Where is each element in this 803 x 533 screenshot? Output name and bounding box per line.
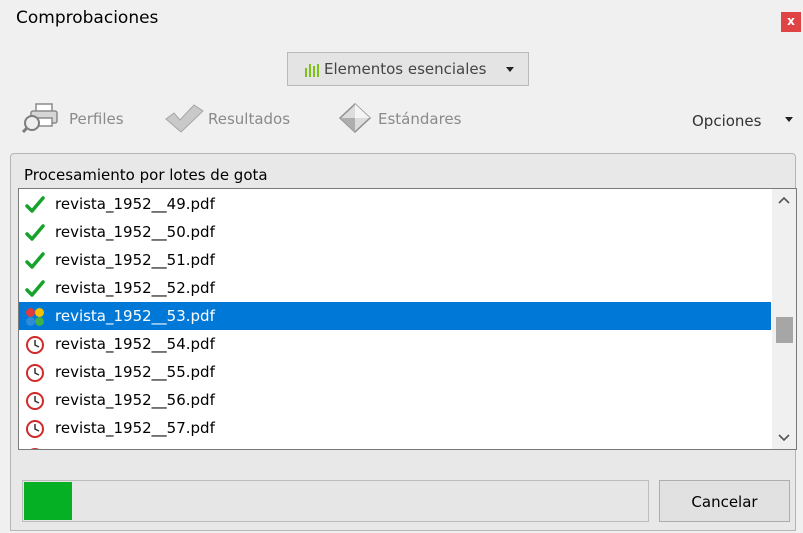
- checkmark-icon: [165, 104, 204, 133]
- printer-magnifier-icon: [22, 103, 58, 133]
- file-name: revista_1952__57.pdf: [55, 419, 215, 437]
- list-item[interactable]: revista_1952__52.pdf: [19, 274, 771, 302]
- profile-dropdown[interactable]: Elementos esenciales: [287, 52, 529, 86]
- panel-title: Procesamiento por lotes de gota: [24, 166, 268, 184]
- clock-icon: [26, 420, 44, 438]
- estandares-button[interactable]: Estándares: [337, 102, 477, 135]
- list-item[interactable]: revista_1952__57.pdf: [19, 414, 771, 442]
- scrollbar-thumb[interactable]: [776, 317, 793, 343]
- file-name: revista_1952__56.pdf: [55, 391, 215, 409]
- check-icon: [25, 196, 45, 213]
- perfiles-label: Perfiles: [69, 110, 124, 128]
- check-icon: [25, 252, 45, 269]
- resultados-label: Resultados: [208, 110, 291, 128]
- cancel-button[interactable]: Cancelar: [659, 480, 790, 522]
- list-item[interactable]: revista_1952__51.pdf: [19, 246, 771, 274]
- check-icon: [25, 224, 45, 241]
- file-name: revista_1952__53.pdf: [55, 307, 215, 325]
- list-item[interactable]: revista_1952__55.pdf: [19, 358, 771, 386]
- file-name: revista_1952__55.pdf: [55, 363, 215, 381]
- resultados-button[interactable]: Resultados: [163, 104, 308, 135]
- chevron-down-icon: [785, 117, 793, 122]
- clock-icon: [26, 392, 44, 410]
- processing-dots-icon: [26, 308, 44, 326]
- window-title: Comprobaciones: [16, 8, 159, 28]
- chevron-down-icon: [506, 67, 514, 72]
- file-name: revista_1952__50.pdf: [55, 223, 215, 241]
- list-item[interactable]: revista_1952__50.pdf: [19, 218, 771, 246]
- progress-fill: [24, 482, 72, 520]
- vertical-scrollbar[interactable]: [772, 189, 796, 449]
- list-item[interactable]: revista_1952__56.pdf: [19, 386, 771, 414]
- scroll-up-icon[interactable]: [772, 189, 796, 213]
- progress-bar: [22, 480, 649, 522]
- scroll-down-icon[interactable]: [772, 425, 796, 449]
- file-name: revista_1952__54.pdf: [55, 335, 215, 353]
- bars-icon: [305, 64, 319, 77]
- check-icon: [25, 280, 45, 297]
- opciones-menu[interactable]: Opciones: [692, 112, 761, 130]
- profile-dropdown-label: Elementos esenciales: [324, 60, 487, 78]
- list-item[interactable]: revista_1952__49.pdf: [19, 190, 771, 218]
- list-item[interactable]: revista_1952__54.pdf: [19, 330, 771, 358]
- list-item[interactable]: [19, 442, 771, 449]
- title-bar: Comprobaciones x: [0, 0, 803, 40]
- file-name: revista_1952__49.pdf: [55, 195, 215, 213]
- diamond-icon: [338, 102, 372, 134]
- file-list[interactable]: revista_1952__49.pdf revista_1952__50.pd…: [18, 188, 797, 450]
- clock-icon: [26, 336, 44, 354]
- estandares-label: Estándares: [378, 110, 462, 128]
- file-name: revista_1952__51.pdf: [55, 251, 215, 269]
- clock-icon: [30, 448, 40, 449]
- file-name: revista_1952__52.pdf: [55, 279, 215, 297]
- clock-icon: [26, 364, 44, 382]
- close-button[interactable]: x: [781, 12, 801, 32]
- perfiles-button[interactable]: Perfiles: [22, 103, 137, 135]
- list-item-selected[interactable]: revista_1952__53.pdf: [19, 302, 771, 330]
